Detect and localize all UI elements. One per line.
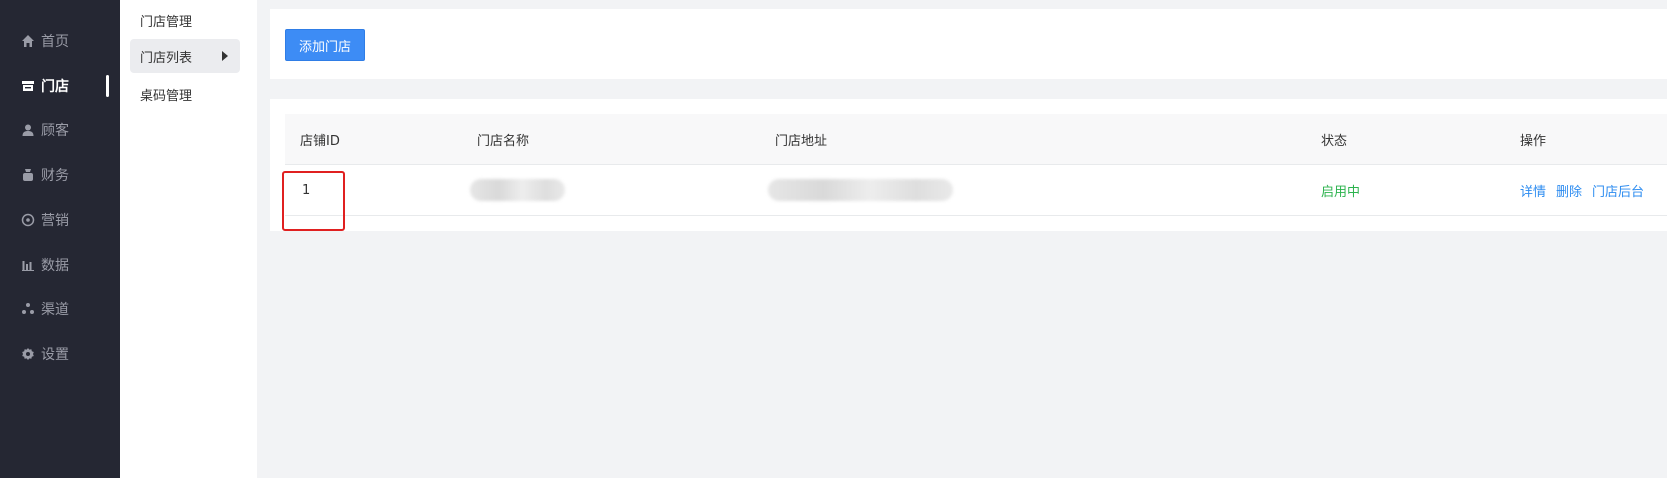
subnav-item-label: 门店列表 xyxy=(140,50,193,66)
nav-item-home[interactable]: 首页 xyxy=(20,30,69,52)
chart-icon xyxy=(20,257,36,273)
store-address-cell xyxy=(768,165,953,215)
column-header-actions: 操作 xyxy=(1520,133,1547,149)
nav-item-label: 门店 xyxy=(41,79,69,95)
row-actions: 详情 删除 门店后台 xyxy=(1520,165,1654,215)
active-indicator xyxy=(106,75,109,97)
nav-item-label: 顾客 xyxy=(41,123,69,139)
nav-item-store[interactable]: 门店 xyxy=(20,75,69,97)
status-badge: 启用中 xyxy=(1321,184,1361,200)
nav-item-label: 财务 xyxy=(41,168,69,184)
table-row: 1 启用中 详情 删除 门店后台 xyxy=(285,165,1667,216)
nav-item-finance[interactable]: 财务 xyxy=(20,164,69,186)
wallet-icon xyxy=(20,167,36,183)
column-header-name: 门店名称 xyxy=(477,133,530,149)
caret-right-icon xyxy=(222,51,228,61)
column-header-id: 店铺ID xyxy=(300,133,340,149)
subnav-item-label: 桌码管理 xyxy=(140,88,193,104)
store-name-cell xyxy=(470,165,565,215)
nav-item-settings[interactable]: 设置 xyxy=(20,343,69,365)
channel-icon xyxy=(20,301,36,317)
nav-item-customer[interactable]: 顾客 xyxy=(20,119,69,141)
delete-link[interactable]: 删除 xyxy=(1556,181,1582,200)
subnav-item-table-code[interactable]: 桌码管理 xyxy=(130,77,240,111)
sub-sidebar: 门店管理 门店列表 桌码管理 xyxy=(120,0,257,478)
nav-item-label: 设置 xyxy=(41,347,69,363)
column-header-address: 门店地址 xyxy=(775,133,828,149)
nav-item-channel[interactable]: 渠道 xyxy=(20,298,69,320)
store-id-cell: 1 xyxy=(302,182,311,198)
redacted-name xyxy=(470,179,565,201)
gear-icon xyxy=(20,346,36,362)
nav-item-data[interactable]: 数据 xyxy=(20,254,69,276)
nav-item-label: 渠道 xyxy=(41,302,69,318)
nav-item-label: 数据 xyxy=(41,258,69,274)
subnav-title: 门店管理 xyxy=(140,15,193,30)
detail-link[interactable]: 详情 xyxy=(1520,181,1546,200)
redacted-address xyxy=(768,179,953,201)
add-store-button[interactable]: 添加门店 xyxy=(285,29,365,61)
store-backend-link[interactable]: 门店后台 xyxy=(1592,181,1644,200)
store-icon xyxy=(20,78,36,94)
home-icon xyxy=(20,33,36,49)
nav-item-marketing[interactable]: 营销 xyxy=(20,209,69,231)
nav-item-label: 营销 xyxy=(41,213,69,229)
subnav-item-store-list[interactable]: 门店列表 xyxy=(130,39,240,73)
table-header: 店铺ID 门店名称 门店地址 状态 操作 xyxy=(285,114,1667,165)
action-card: 添加门店 xyxy=(270,9,1667,79)
user-icon xyxy=(20,122,36,138)
column-header-status: 状态 xyxy=(1321,133,1348,149)
main-sidebar: 首页 门店 顾客 财务 营销 数据 渠道 设置 xyxy=(0,0,120,478)
store-table: 店铺ID 门店名称 门店地址 状态 操作 1 启用中 详情 删除 门店后台 xyxy=(270,99,1667,231)
marketing-icon xyxy=(20,212,36,228)
nav-item-label: 首页 xyxy=(41,34,69,50)
